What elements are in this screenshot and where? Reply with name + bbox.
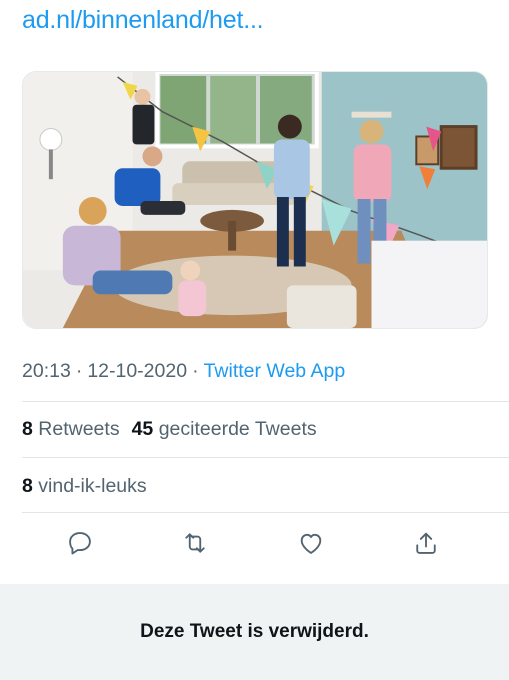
retweet-quote-stats: 8 Retweets 45 geciteerde Tweets bbox=[22, 418, 317, 441]
photo-illustration bbox=[23, 72, 487, 328]
tweet-time: 20:13 bbox=[22, 360, 71, 382]
retweet-icon bbox=[185, 533, 205, 553]
deleted-tweet-text: Deze Tweet is verwijderd. bbox=[140, 621, 369, 642]
retweets-link[interactable]: 8 Retweets bbox=[22, 418, 120, 440]
likes-link[interactable]: 8 vind-ik-leuks bbox=[22, 475, 147, 498]
heart-icon bbox=[300, 533, 322, 554]
divider bbox=[22, 457, 509, 458]
tweet-photo[interactable] bbox=[22, 71, 488, 329]
quotes-label: geciteerde Tweets bbox=[158, 418, 317, 440]
meta-separator: · bbox=[192, 360, 199, 382]
link-card-url[interactable]: ad.nl/binnenland/het... bbox=[22, 6, 264, 35]
share-icon bbox=[416, 532, 436, 554]
divider bbox=[22, 401, 509, 402]
quotes-link[interactable]: 45 geciteerde Tweets bbox=[132, 418, 317, 440]
likes-count: 8 bbox=[22, 475, 33, 497]
retweet-button[interactable] bbox=[174, 522, 216, 564]
deleted-tweet-banner: Deze Tweet is verwijderd. bbox=[0, 584, 509, 680]
tweet-actions bbox=[22, 522, 487, 564]
reply-button[interactable] bbox=[59, 522, 101, 564]
meta-separator: · bbox=[75, 360, 83, 382]
likes-label: vind-ik-leuks bbox=[38, 475, 147, 497]
retweets-count: 8 bbox=[22, 418, 33, 440]
like-button[interactable] bbox=[290, 522, 332, 564]
share-button[interactable] bbox=[405, 522, 447, 564]
tweet-meta: 20:13 · 12-10-2020 · Twitter Web App bbox=[22, 360, 345, 383]
quotes-count: 45 bbox=[131, 418, 154, 440]
retweets-label: Retweets bbox=[38, 418, 120, 440]
reply-icon bbox=[69, 532, 91, 555]
tweet-date: 12-10-2020 bbox=[87, 360, 188, 382]
tweet-source-link[interactable]: Twitter Web App bbox=[204, 360, 346, 382]
divider bbox=[22, 512, 509, 513]
